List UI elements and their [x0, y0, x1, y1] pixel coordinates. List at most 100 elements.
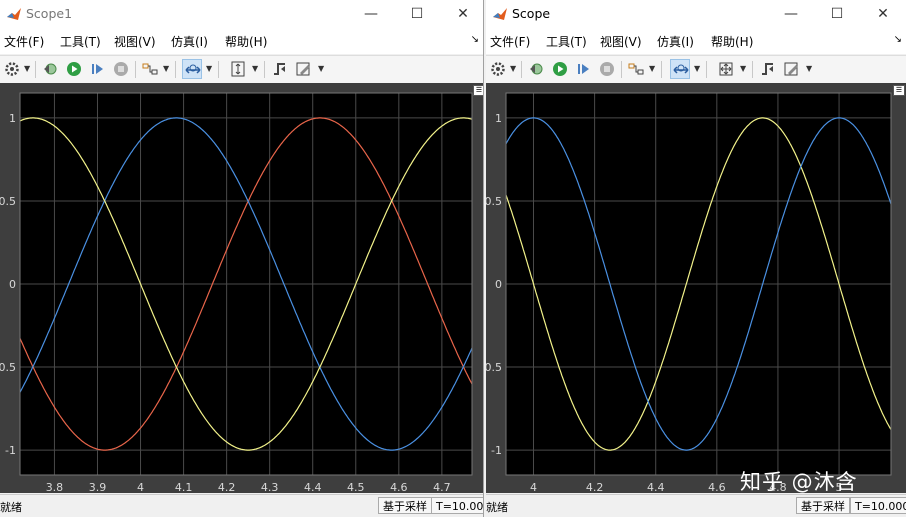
signal-highlight-icon	[628, 63, 644, 75]
menu-simulation[interactable]: 仿真(I)	[171, 33, 208, 50]
toolbar: ▼ ▼ ▼ ▼ ▼	[0, 55, 483, 84]
scope-plot[interactable]: 44.24.44.64.8510.50-0.5-1	[486, 83, 906, 494]
step-back-button[interactable]	[40, 59, 60, 79]
toolbar-separator	[35, 61, 36, 78]
highlight-button[interactable]	[626, 59, 646, 79]
menu-file[interactable]: 文件(F)	[4, 33, 44, 50]
menu-file[interactable]: 文件(F)	[490, 33, 530, 50]
toolbar-separator	[521, 61, 522, 78]
toolbar-separator	[752, 61, 753, 78]
chevron-down-icon[interactable]: ▼	[806, 64, 812, 73]
run-button[interactable]	[550, 59, 570, 79]
minimize-button[interactable]: —	[780, 4, 802, 24]
x-tick-label: 4.1	[175, 481, 193, 493]
status-bar: 就绪 基于采样 T=10.000	[0, 494, 483, 517]
matlab-icon	[493, 8, 507, 20]
stop-icon	[114, 62, 128, 76]
zoom-button[interactable]	[182, 59, 202, 79]
status-bar: 就绪 基于采样 T=10.000	[486, 494, 906, 517]
pencil-icon	[784, 62, 798, 76]
sample-mode: 基于采样	[378, 497, 432, 514]
y-tick-label: 1	[495, 112, 502, 125]
trigger-icon	[762, 63, 773, 75]
sim-time: T=10.000	[431, 497, 483, 514]
chevron-down-icon[interactable]: ▼	[318, 64, 324, 73]
toolbar-separator	[706, 61, 707, 78]
plot-area: 44.24.44.64.8510.50-0.5-1	[486, 83, 906, 494]
stop-button[interactable]	[111, 59, 131, 79]
step-back-icon	[44, 63, 57, 75]
chevron-down-icon[interactable]: ▼	[510, 64, 516, 73]
menu-bar: 文件(F) 工具(T) 视图(V) 仿真(I) 帮助(H) ↘	[0, 28, 483, 54]
toolbar-separator	[218, 61, 219, 78]
toolbar-separator	[621, 61, 622, 78]
style-button[interactable]	[294, 59, 314, 79]
step-back-button[interactable]	[526, 59, 546, 79]
style-button[interactable]	[782, 59, 802, 79]
play-icon	[553, 62, 567, 76]
chevron-down-icon[interactable]: ▼	[694, 64, 700, 73]
x-tick-label: 4.7	[433, 481, 451, 493]
chevron-down-icon[interactable]: ▼	[24, 64, 30, 73]
fit-all-icon	[719, 62, 733, 76]
minimize-button[interactable]: —	[360, 4, 382, 24]
undock-arrow-icon[interactable]: ↘	[894, 34, 902, 45]
chevron-down-icon[interactable]: ▼	[740, 64, 746, 73]
y-tick-label: -1	[491, 444, 502, 457]
settings-button[interactable]	[488, 59, 508, 79]
watermark: 知乎 @沐含	[740, 470, 858, 494]
menu-view[interactable]: 视图(V)	[600, 33, 642, 50]
menu-help[interactable]: 帮助(H)	[225, 33, 267, 50]
chevron-down-icon[interactable]: ▼	[649, 64, 655, 73]
autoscale-button[interactable]	[716, 59, 736, 79]
close-button[interactable]: ✕	[452, 4, 474, 24]
stop-button[interactable]	[597, 59, 617, 79]
y-tick-label: 1	[9, 112, 16, 125]
chevron-down-icon[interactable]: ▼	[206, 64, 212, 73]
chevron-down-icon[interactable]: ▼	[163, 64, 169, 73]
step-forward-button[interactable]	[88, 59, 108, 79]
settings-button[interactable]	[2, 59, 22, 79]
menu-view[interactable]: 视图(V)	[114, 33, 156, 50]
y-tick-label: -0.5	[0, 361, 16, 374]
trigger-button[interactable]	[758, 59, 778, 79]
x-tick-label: 4.4	[647, 481, 665, 493]
window-title: Scope1	[26, 6, 73, 21]
pencil-icon	[296, 62, 310, 76]
y-tick-label: -1	[5, 444, 16, 457]
step-forward-button[interactable]	[574, 59, 594, 79]
step-forward-icon	[92, 64, 103, 74]
x-tick-label: 4.2	[218, 481, 236, 493]
x-tick-label: 4.6	[708, 481, 726, 493]
trigger-button[interactable]	[270, 59, 290, 79]
title-bar[interactable]: Scope — ☐ ✕	[486, 0, 906, 28]
scope-window: Scope — ☐ ✕ 文件(F) 工具(T) 视图(V) 仿真(I) 帮助(H…	[486, 0, 906, 517]
dock-icon[interactable]: ☰	[473, 85, 483, 96]
maximize-button[interactable]: ☐	[826, 4, 848, 24]
y-tick-label: 0.5	[0, 195, 16, 208]
menu-simulation[interactable]: 仿真(I)	[657, 33, 694, 50]
plot-area: 3.8 3.9 4 4.1 4.2 4.3 4.4 4.5 4.6 4.7 1 0.5 0 -0.5 -1	[0, 83, 484, 494]
menu-tools[interactable]: 工具(T)	[60, 33, 101, 50]
chevron-down-icon[interactable]: ▼	[252, 64, 258, 73]
undock-arrow-icon[interactable]: ↘	[471, 34, 479, 45]
scope-plot[interactable]: 3.8 3.9 4 4.1 4.2 4.3 4.4 4.5 4.6 4.7 1 0.5 0 -0.5 -1	[0, 83, 484, 494]
step-forward-icon	[578, 64, 589, 74]
menu-tools[interactable]: 工具(T)	[546, 33, 587, 50]
x-tick-label: 4	[530, 481, 537, 493]
dock-icon[interactable]: ☰	[893, 85, 905, 96]
menu-help[interactable]: 帮助(H)	[711, 33, 753, 50]
toolbar-separator	[661, 61, 662, 78]
close-button[interactable]: ✕	[872, 4, 894, 24]
x-tick-label: 4.2	[586, 481, 604, 493]
gear-icon	[491, 62, 505, 76]
step-back-icon	[530, 63, 543, 75]
zoom-button[interactable]	[670, 59, 690, 79]
highlight-button[interactable]	[140, 59, 160, 79]
autoscale-button[interactable]	[228, 59, 248, 79]
x-tick-label: 4.5	[347, 481, 365, 493]
run-button[interactable]	[64, 59, 84, 79]
toolbar-separator	[135, 61, 136, 78]
title-bar[interactable]: Scope1 — ☐ ✕	[0, 0, 483, 28]
maximize-button[interactable]: ☐	[406, 4, 428, 24]
